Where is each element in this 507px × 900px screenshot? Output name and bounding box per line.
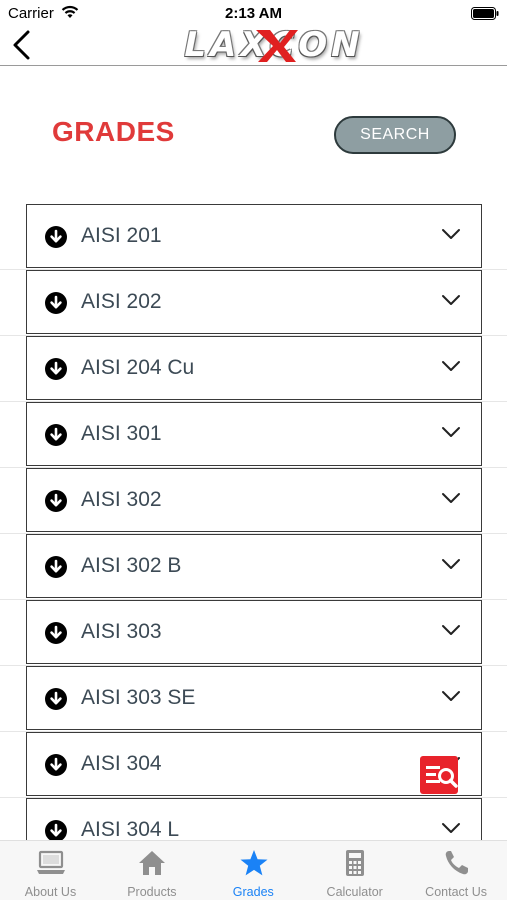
chevron-down-icon[interactable] [441, 425, 461, 439]
tab-label: Contact Us [425, 885, 488, 899]
chevron-down-icon[interactable] [441, 821, 461, 835]
grade-row[interactable]: AISI 204 Cu [26, 336, 482, 400]
grade-row[interactable]: AISI 304 L [26, 798, 482, 840]
download-circle-icon [45, 490, 67, 512]
status-bar: Carrier 2:13 AM [0, 0, 507, 26]
phone-icon [442, 849, 472, 877]
back-chevron-icon[interactable] [8, 28, 38, 62]
grade-row[interactable]: AISI 301 [26, 402, 482, 466]
chevron-down-icon[interactable] [441, 557, 461, 571]
star-icon [239, 849, 269, 877]
tab-contact-us[interactable]: Contact Us [406, 841, 507, 900]
grade-row[interactable]: AISI 303 SE [26, 666, 482, 730]
search-filter-fab-icon[interactable] [419, 755, 461, 797]
chevron-down-icon[interactable] [441, 227, 461, 241]
chevron-down-icon[interactable] [441, 491, 461, 505]
download-circle-icon [45, 622, 67, 644]
grade-row[interactable]: AISI 304 [26, 732, 482, 796]
tab-label: Calculator [326, 885, 383, 899]
grades-list: AISI 201 AISI 202 AISI 204 Cu AISI 301 AISI … [26, 204, 482, 840]
download-circle-icon [45, 424, 67, 446]
grade-label: AISI 303 [81, 620, 162, 643]
grade-label: AISI 204 Cu [81, 356, 195, 379]
tab-label: About Us [24, 885, 77, 899]
tab-label: Grades [232, 885, 274, 899]
grade-label: AISI 201 [81, 224, 162, 247]
tab-bar: About Us Products Grades Calculator Contact … [0, 840, 507, 900]
download-circle-icon [45, 754, 67, 776]
calculator-icon [340, 849, 370, 877]
page-title: GRADES [52, 116, 175, 147]
grade-row[interactable]: AISI 202 [26, 270, 482, 334]
chevron-down-icon[interactable] [441, 623, 461, 637]
laxcon-logo: LAXCON [176, 26, 372, 64]
clock: 2:13 AM [225, 5, 282, 22]
download-circle-icon [45, 556, 67, 578]
grade-label: AISI 202 [81, 290, 162, 313]
grade-label: AISI 303 SE [81, 686, 196, 709]
tab-label: Products [127, 885, 177, 899]
tab-calculator[interactable]: Calculator [304, 841, 405, 900]
grade-row[interactable]: AISI 201 [26, 204, 482, 268]
app-screen: Carrier 2:13 AM LAXCON GRADE [0, 0, 507, 900]
grade-row[interactable]: AISI 303 [26, 600, 482, 664]
chevron-down-icon[interactable] [441, 689, 461, 703]
grade-row[interactable]: AISI 302 B [26, 534, 482, 598]
download-circle-icon [45, 688, 67, 710]
download-circle-icon [45, 820, 67, 840]
navigation-bar: LAXCON [0, 26, 507, 66]
home-icon [137, 849, 167, 877]
tab-grades[interactable]: Grades [203, 841, 304, 900]
laptop-icon [36, 849, 66, 877]
battery-icon [471, 7, 499, 20]
download-circle-icon [45, 226, 67, 248]
grade-label: AISI 302 [81, 488, 162, 511]
chevron-down-icon[interactable] [441, 359, 461, 373]
search-button[interactable]: SEARCH [334, 116, 456, 154]
chevron-down-icon[interactable] [441, 293, 461, 307]
grade-label: AISI 302 B [81, 554, 182, 577]
grade-label: AISI 304 [81, 752, 162, 775]
download-circle-icon [45, 292, 67, 314]
download-circle-icon [45, 358, 67, 380]
grade-label: AISI 304 L [81, 818, 180, 840]
grade-row[interactable]: AISI 302 [26, 468, 482, 532]
tab-products[interactable]: Products [101, 841, 202, 900]
tab-about-us[interactable]: About Us [0, 841, 101, 900]
grade-label: AISI 301 [81, 422, 162, 445]
logo-x-mark [256, 30, 298, 62]
